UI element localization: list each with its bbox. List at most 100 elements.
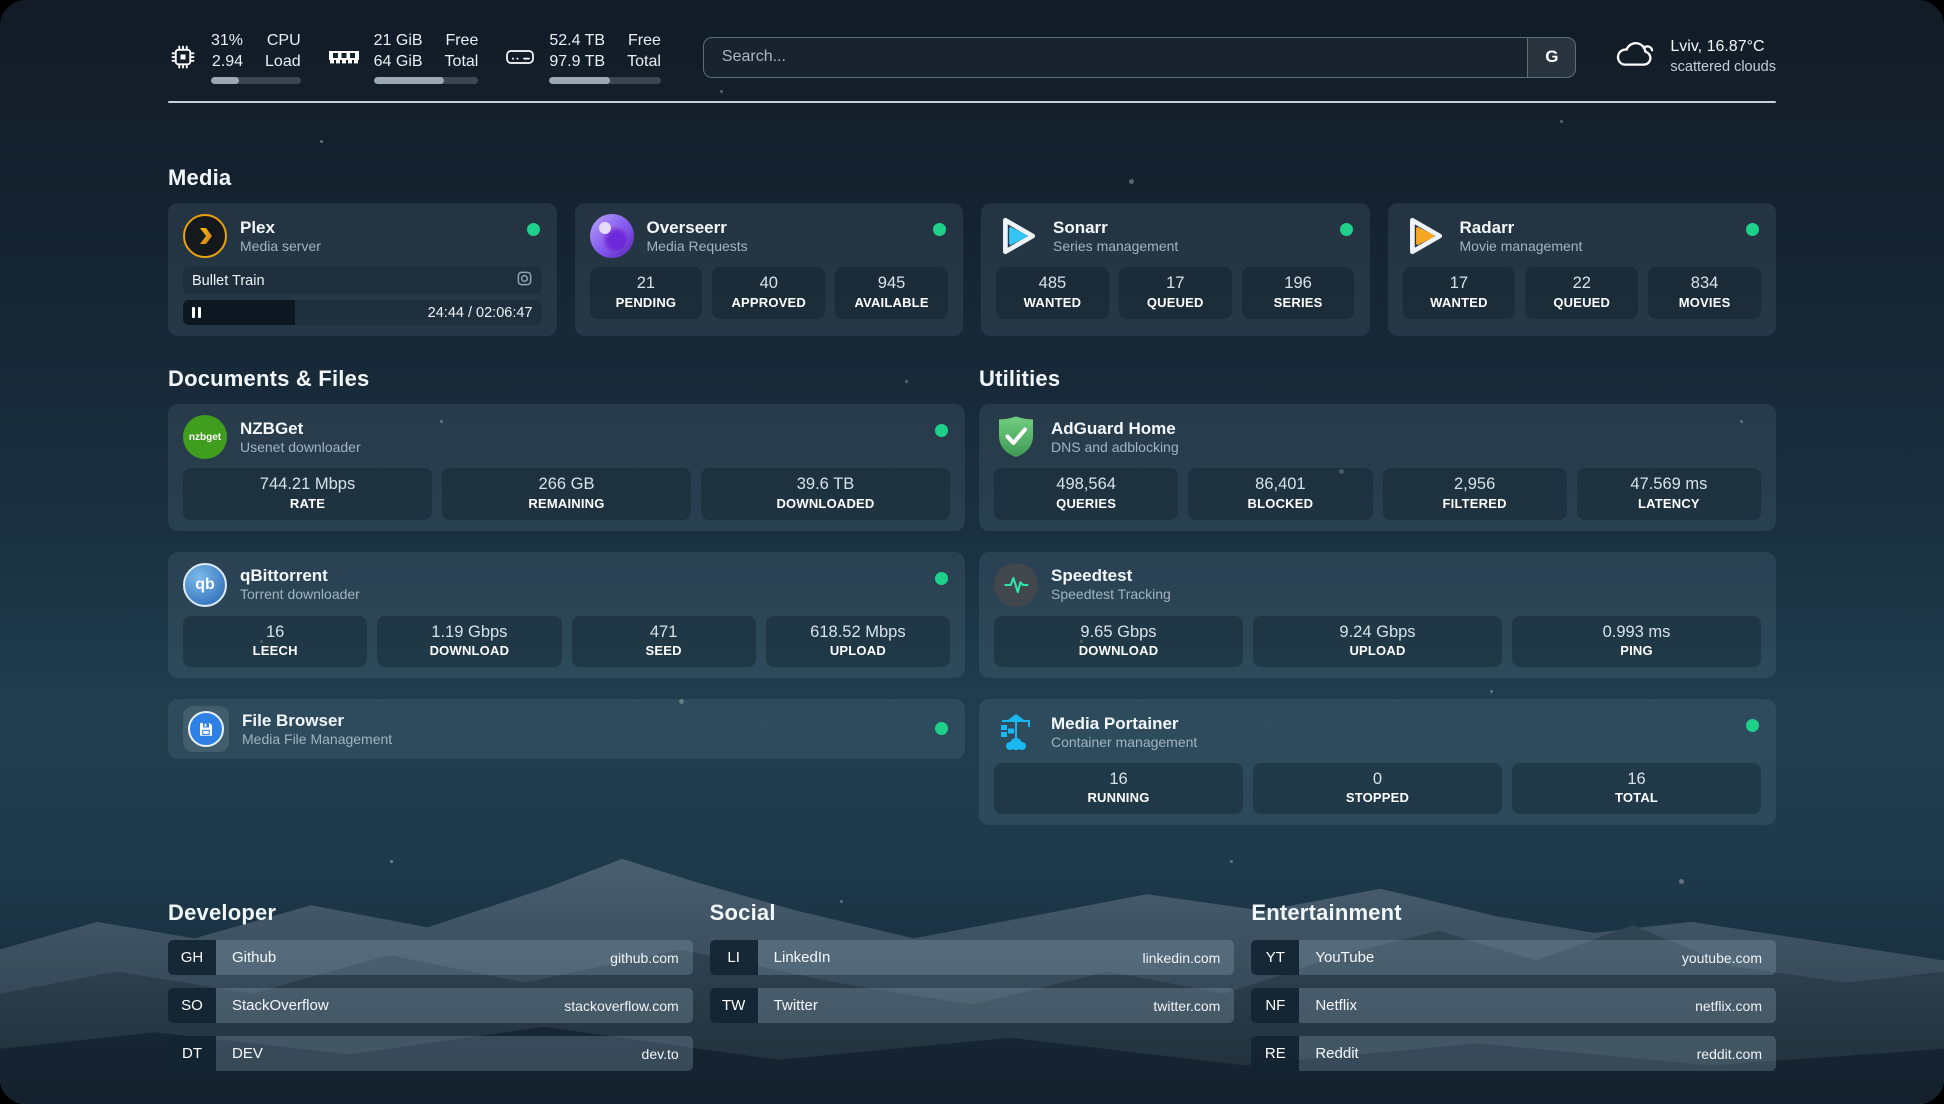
disk-progress-bar xyxy=(549,77,661,84)
bookmark-github[interactable]: GH Github github.com xyxy=(168,940,693,975)
app-name: Media Portainer xyxy=(1051,713,1197,734)
app-description: Usenet downloader xyxy=(240,439,361,457)
online-status-dot xyxy=(527,223,540,236)
bookmark-netflix[interactable]: NF Netflix netflix.com xyxy=(1251,988,1776,1023)
ram-icon xyxy=(327,46,361,68)
stat-series: 196 SERIES xyxy=(1242,267,1355,318)
memory-total-label: Total xyxy=(445,51,479,72)
overseerr-card[interactable]: Overseerr Media Requests 21 PENDING 40 A… xyxy=(575,203,964,336)
now-playing-row: Bullet Train xyxy=(183,267,542,294)
section-utilities: Utilities AdGuard Home DNS and adblocki xyxy=(979,366,1776,846)
cpu-usage-value: 31% xyxy=(211,30,243,51)
app-description: Speedtest Tracking xyxy=(1051,586,1171,604)
top-bar: 31% 2.94 CPU Load xyxy=(168,30,1776,84)
stat-leech: 16 LEECH xyxy=(183,616,367,667)
developer-section-title: Developer xyxy=(168,900,693,926)
portainer-icon xyxy=(994,710,1038,754)
bookmark-linkedin[interactable]: LI LinkedIn linkedin.com xyxy=(710,940,1235,975)
search-input[interactable] xyxy=(704,38,1528,77)
qbittorrent-card[interactable]: qb qBittorrent Torrent downloader 16 LEE… xyxy=(168,552,965,678)
online-status-dot xyxy=(935,722,948,735)
stat-queued: 17 QUEUED xyxy=(1119,267,1232,318)
bookmark-reddit[interactable]: RE Reddit reddit.com xyxy=(1251,1036,1776,1071)
weather-condition: scattered clouds xyxy=(1670,58,1776,77)
stat-running: 16 RUNNING xyxy=(994,763,1243,814)
search-engine-button[interactable]: G xyxy=(1527,38,1575,77)
stat-blocked: 86,401 BLOCKED xyxy=(1188,468,1372,519)
cpu-progress-bar xyxy=(211,77,301,84)
stat-upload: 9.24 Gbps UPLOAD xyxy=(1253,616,1502,667)
section-documents: Documents & Files nzbget NZBGet Usenet d… xyxy=(168,366,965,846)
sonarr-icon xyxy=(996,214,1040,258)
stat-wanted: 17 WANTED xyxy=(1403,267,1516,318)
stat-ping: 0.993 ms PING xyxy=(1512,616,1761,667)
disk-stat: 52.4 TB 97.9 TB Free Total xyxy=(504,30,661,84)
adguard-icon xyxy=(994,415,1038,459)
app-name: Speedtest xyxy=(1051,565,1171,586)
app-description: DNS and adblocking xyxy=(1051,439,1179,457)
cpu-progress-fill xyxy=(211,77,239,84)
stat-total: 16 TOTAL xyxy=(1512,763,1761,814)
stat-rate: 744.21 Mbps RATE xyxy=(183,468,432,519)
stat-queued: 22 QUEUED xyxy=(1525,267,1638,318)
stat-remaining: 266 GB REMAINING xyxy=(442,468,691,519)
cpu-stat: 31% 2.94 CPU Load xyxy=(168,30,301,84)
disk-progress-fill xyxy=(549,77,609,84)
online-status-dot xyxy=(935,424,948,437)
online-status-dot xyxy=(1746,719,1759,732)
nzbget-card[interactable]: nzbget NZBGet Usenet downloader 744.21 M… xyxy=(168,404,965,530)
app-description: Torrent downloader xyxy=(240,586,360,604)
stat-upload: 618.52 Mbps UPLOAD xyxy=(766,616,950,667)
adguard-card[interactable]: AdGuard Home DNS and adblocking 498,564 … xyxy=(979,404,1776,530)
disk-total-label: Total xyxy=(627,51,661,72)
plex-card[interactable]: Plex Media server Bullet Train xyxy=(168,203,557,336)
stat-download: 9.65 Gbps DOWNLOAD xyxy=(994,616,1243,667)
radarr-icon xyxy=(1403,214,1447,258)
section-entertainment: Entertainment YT YouTube youtube.com NF … xyxy=(1251,900,1776,1084)
nzbget-icon: nzbget xyxy=(183,415,227,459)
stat-download: 1.19 Gbps DOWNLOAD xyxy=(377,616,561,667)
stat-wanted: 485 WANTED xyxy=(996,267,1109,318)
stat-pending: 21 PENDING xyxy=(590,267,703,318)
app-name: Plex xyxy=(240,217,321,238)
online-status-dot xyxy=(933,223,946,236)
system-stats: 31% 2.94 CPU Load xyxy=(168,30,661,84)
stat-seed: 471 SEED xyxy=(572,616,756,667)
filebrowser-icon xyxy=(183,707,229,751)
memory-progress-bar xyxy=(374,77,479,84)
app-description: Media server xyxy=(240,238,321,256)
bookmark-dev[interactable]: DT DEV dev.to xyxy=(168,1036,693,1071)
memory-stat: 21 GiB 64 GiB Free Total xyxy=(327,30,479,84)
app-description: Media Requests xyxy=(647,238,748,256)
section-social: Social LI LinkedIn linkedin.com TW Twitt… xyxy=(710,900,1235,1084)
memory-progress-fill xyxy=(374,77,444,84)
session-screen-icon xyxy=(516,270,533,292)
filebrowser-card[interactable]: File Browser Media File Management xyxy=(168,699,965,759)
radarr-card[interactable]: Radarr Movie management 17 WANTED 22 QUE… xyxy=(1388,203,1777,336)
utilities-section-title: Utilities xyxy=(979,366,1776,392)
stat-approved: 40 APPROVED xyxy=(712,267,825,318)
online-status-dot xyxy=(935,572,948,585)
bookmark-stackoverflow[interactable]: SO StackOverflow stackoverflow.com xyxy=(168,988,693,1023)
app-description: Container management xyxy=(1051,734,1197,752)
bookmark-twitter[interactable]: TW Twitter twitter.com xyxy=(710,988,1235,1023)
speedtest-card[interactable]: Speedtest Speedtest Tracking 9.65 Gbps D… xyxy=(979,552,1776,678)
bookmark-youtube[interactable]: YT YouTube youtube.com xyxy=(1251,940,1776,975)
disk-free-value: 52.4 TB xyxy=(549,30,605,51)
app-description: Series management xyxy=(1053,238,1178,256)
app-name: Radarr xyxy=(1460,217,1583,238)
weather-location-temp: Lviv, 16.87°C xyxy=(1670,37,1776,58)
header-divider xyxy=(168,101,1776,103)
stat-downloaded: 39.6 TB DOWNLOADED xyxy=(701,468,950,519)
portainer-card[interactable]: Media Portainer Container management 16 … xyxy=(979,699,1776,825)
sonarr-card[interactable]: Sonarr Series management 485 WANTED 17 Q… xyxy=(981,203,1370,336)
cpu-load-value: 2.94 xyxy=(212,51,243,72)
memory-free-value: 21 GiB xyxy=(374,30,423,51)
playback-time: 24:44 / 02:06:47 xyxy=(428,305,533,321)
stat-stopped: 0 STOPPED xyxy=(1253,763,1502,814)
cpu-icon xyxy=(168,42,198,72)
memory-total-value: 64 GiB xyxy=(374,51,423,72)
plex-icon xyxy=(183,214,227,258)
pause-button[interactable] xyxy=(183,300,295,325)
app-description: Media File Management xyxy=(242,731,392,749)
